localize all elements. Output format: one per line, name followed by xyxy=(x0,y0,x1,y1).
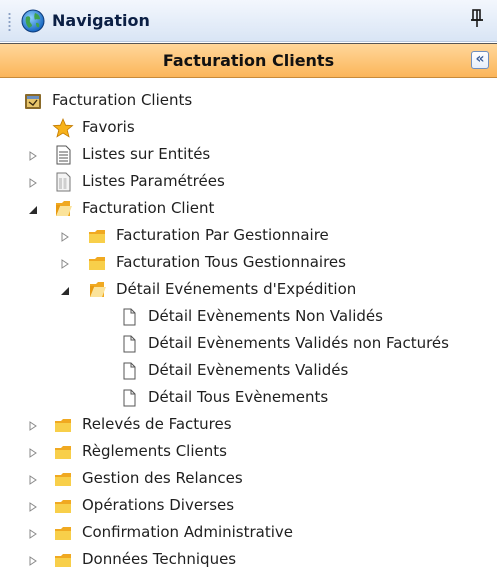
document-list-icon xyxy=(56,145,71,165)
page-icon xyxy=(123,308,136,326)
tree-item-label: Facturation Client xyxy=(82,199,215,217)
tree-item[interactable]: Détail Evénements d'Expédition xyxy=(0,277,497,304)
tree-item[interactable]: Règlements Clients xyxy=(0,439,497,466)
tree-item-label: Détail Evènements Validés non Facturés xyxy=(148,334,449,352)
tree-item[interactable]: Données Techniques xyxy=(0,547,497,574)
section-title: Facturation Clients xyxy=(162,51,335,70)
tree-item-label: Facturation Par Gestionnaire xyxy=(116,226,329,244)
folder-icon xyxy=(55,473,71,486)
module-icon xyxy=(25,94,41,109)
tree-item-label: Favoris xyxy=(82,118,135,136)
navigation-title: Navigation xyxy=(52,11,150,30)
tree-item[interactable]: Détail Evènements Validés non Facturés xyxy=(0,331,497,358)
expand-arrow-icon[interactable] xyxy=(60,232,70,242)
tree-item[interactable]: Listes Paramétrées xyxy=(0,169,497,196)
document-columns-icon xyxy=(56,172,71,192)
section-header[interactable]: Facturation Clients « xyxy=(0,43,497,78)
folder-icon xyxy=(55,446,71,459)
tree-item-label: Facturation Clients xyxy=(52,91,193,109)
collapse-arrow-icon[interactable] xyxy=(60,286,70,296)
expand-arrow-icon[interactable] xyxy=(28,529,38,539)
folder-open-icon xyxy=(56,201,72,216)
tree-item-label: Opérations Diverses xyxy=(82,496,235,514)
tree-item[interactable]: Listes sur Entités xyxy=(0,142,497,169)
tree-item[interactable]: Facturation Par Gestionnaire xyxy=(0,223,497,250)
globe-icon xyxy=(21,9,45,33)
expand-arrow-icon[interactable] xyxy=(28,421,38,431)
expand-arrow-icon[interactable] xyxy=(60,259,70,269)
folder-icon xyxy=(55,500,71,513)
tree-item-label: Données Techniques xyxy=(82,550,237,568)
folder-icon xyxy=(89,230,105,243)
tree-item[interactable]: Facturation Clients xyxy=(0,88,497,115)
expand-arrow-icon[interactable] xyxy=(28,151,38,161)
collapse-button[interactable]: « xyxy=(471,51,489,69)
tree-item[interactable]: Confirmation Administrative xyxy=(0,520,497,547)
tree-item-label: Relevés de Factures xyxy=(82,415,232,433)
tree-item[interactable]: Favoris xyxy=(0,115,497,142)
page-icon xyxy=(123,389,136,407)
tree-item-label: Confirmation Administrative xyxy=(82,523,293,541)
folder-icon xyxy=(55,419,71,432)
expand-arrow-icon[interactable] xyxy=(28,475,38,485)
tree-item[interactable]: Facturation Client xyxy=(0,196,497,223)
expand-arrow-icon[interactable] xyxy=(28,178,38,188)
tree-item[interactable]: Relevés de Factures xyxy=(0,412,497,439)
tree-item-label: Détail Evénements d'Expédition xyxy=(116,280,357,298)
double-chevron-left-icon: « xyxy=(475,51,485,67)
tree-item[interactable]: Détail Evènements Validés xyxy=(0,358,497,385)
page-icon xyxy=(123,362,136,380)
tree-item[interactable]: Facturation Tous Gestionnaires xyxy=(0,250,497,277)
page-icon xyxy=(123,335,136,353)
collapse-arrow-icon[interactable] xyxy=(28,205,38,215)
expand-arrow-icon[interactable] xyxy=(28,502,38,512)
tree-item[interactable]: Opérations Diverses xyxy=(0,493,497,520)
navigation-pane: Navigation Facturation Clients « Factura… xyxy=(0,0,497,575)
navigation-tree: Facturation Clients Favoris Listes sur Ent… xyxy=(0,88,497,574)
expand-arrow-icon[interactable] xyxy=(28,448,38,458)
tree-item-label: Listes sur Entités xyxy=(82,145,211,163)
tree-item-label: Détail Evènements Non Validés xyxy=(148,307,383,325)
tree-item[interactable]: Détail Evènements Non Validés xyxy=(0,304,497,331)
tree-item-label: Facturation Tous Gestionnaires xyxy=(116,253,346,271)
tree-item-label: Gestion des Relances xyxy=(82,469,243,487)
folder-open-icon xyxy=(90,282,106,297)
tree-item[interactable]: Gestion des Relances xyxy=(0,466,497,493)
folder-icon xyxy=(55,554,71,567)
grip-handle[interactable] xyxy=(8,12,11,32)
star-icon xyxy=(52,117,74,138)
expand-arrow-icon[interactable] xyxy=(28,556,38,566)
tree-item-label: Listes Paramétrées xyxy=(82,172,225,190)
tree-item-label: Règlements Clients xyxy=(82,442,227,460)
tree-item-label: Détail Evènements Validés xyxy=(148,361,349,379)
pin-icon[interactable] xyxy=(469,8,485,30)
navigation-header: Navigation xyxy=(0,0,497,42)
folder-icon xyxy=(55,527,71,540)
folder-icon xyxy=(89,257,105,270)
tree-item[interactable]: Détail Tous Evènements xyxy=(0,385,497,412)
tree-item-label: Détail Tous Evènements xyxy=(148,388,329,406)
